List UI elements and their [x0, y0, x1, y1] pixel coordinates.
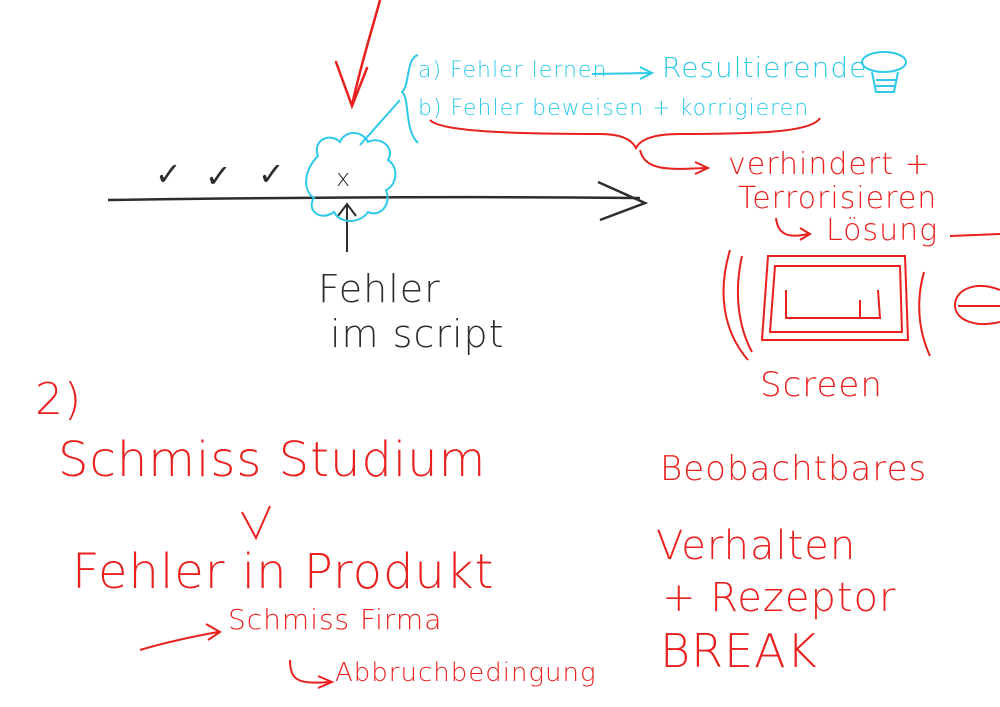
observable-line3: + Rezeptor — [662, 575, 897, 621]
red-underbrace — [429, 117, 821, 151]
note-item-a: a) Fehler lernen — [418, 58, 608, 83]
note-item-b: b) Fehler beweisen + korrigieren — [418, 96, 810, 121]
firma-arrow — [139, 623, 222, 651]
solution-tail — [949, 233, 1000, 237]
timeline-axis — [107, 195, 641, 202]
observable-line4: BREAK — [660, 624, 818, 678]
section-2-number: 2) — [35, 374, 83, 425]
check-mark-1: ✓ — [155, 155, 183, 193]
cyan-brace — [400, 54, 419, 144]
prevents-arrow — [639, 149, 711, 175]
observable-line1: Beobachtbares — [660, 449, 928, 489]
timeline-arrowhead — [597, 180, 649, 222]
lightbulb-icon — [861, 51, 907, 93]
note-prevents: verhindert + — [728, 147, 931, 182]
check-mark-2: ✓ — [205, 157, 233, 195]
section-2-line3: Schmiss Firma — [228, 603, 443, 636]
check-mark-3: ✓ — [258, 155, 286, 193]
observable-line2: Verhalten — [656, 523, 857, 569]
solution-arrow — [775, 217, 812, 241]
note-terrorize: Terrorisieren — [738, 181, 938, 216]
top-arrow-shaft — [350, 0, 382, 107]
error-x-mark: x — [336, 164, 352, 192]
error-pointer-arrow — [337, 202, 357, 252]
screen-label: Screen — [760, 365, 883, 405]
section-2-line1: Schmiss Studium — [58, 432, 487, 488]
down-arrow — [241, 505, 271, 541]
error-label-line2: im script — [330, 312, 505, 356]
error-label-line1: Fehler — [318, 267, 441, 311]
screen-drawing — [722, 249, 1000, 361]
section-2-line2: Fehler in Produkt — [72, 544, 495, 600]
section-2-line4: Abbruchbedingung — [335, 658, 597, 688]
note-solution: Lösung — [826, 213, 939, 248]
note-item-a-result: Resultierende — [662, 51, 868, 84]
whiteboard: ✓ ✓ ✓ x Fehler im script a) Fehler lerne… — [0, 0, 1000, 707]
top-arrow-head — [334, 60, 369, 110]
abbruch-arrow — [289, 659, 335, 689]
